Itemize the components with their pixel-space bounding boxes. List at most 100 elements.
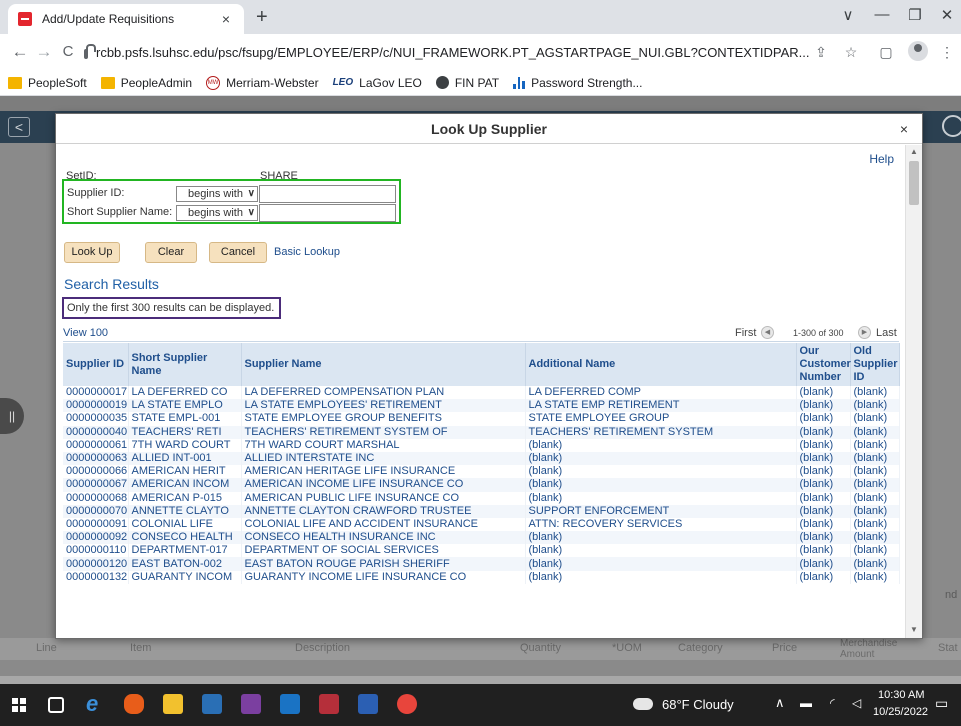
cell-additional-name[interactable]: (blank) bbox=[525, 544, 797, 558]
cell-our-customer-number[interactable]: (blank) bbox=[796, 451, 851, 466]
cell-supplier-id[interactable]: 0000000067 bbox=[63, 478, 129, 492]
cell-supplier-id[interactable]: 0000000035 bbox=[63, 412, 129, 426]
cell-old-supplier-id[interactable]: (blank) bbox=[850, 531, 900, 545]
cell-short-supplier-name[interactable]: LA DEFERRED CO bbox=[128, 386, 242, 400]
cell-supplier-name[interactable]: STATE EMPLOYEE GROUP BENEFITS bbox=[241, 412, 526, 426]
cell-additional-name[interactable]: LA STATE EMP RETIREMENT bbox=[525, 399, 797, 413]
cell-supplier-name[interactable]: COLONIAL LIFE AND ACCIDENT INSURANCE bbox=[241, 517, 526, 532]
onenote-icon[interactable] bbox=[241, 694, 261, 714]
cell-supplier-name[interactable]: CONSECO HEALTH INSURANCE INC bbox=[241, 531, 526, 545]
windows-start-icon[interactable] bbox=[12, 698, 26, 712]
cell-supplier-name[interactable]: ALLIED INTERSTATE INC bbox=[241, 451, 526, 466]
cell-old-supplier-id[interactable]: (blank) bbox=[850, 465, 900, 479]
cell-short-supplier-name[interactable]: ANNETTE CLAYTO bbox=[128, 504, 242, 518]
cell-old-supplier-id[interactable]: (blank) bbox=[850, 399, 900, 413]
cell-supplier-id[interactable]: 0000000091 bbox=[63, 517, 129, 532]
cell-short-supplier-name[interactable]: STATE EMPL-001 bbox=[128, 412, 242, 426]
cell-supplier-name[interactable]: DEPARTMENT OF SOCIAL SERVICES bbox=[241, 544, 526, 558]
back-arrow-icon[interactable]: ← bbox=[10, 43, 30, 61]
next-page-icon[interactable]: ▶ bbox=[858, 326, 871, 339]
cell-our-customer-number[interactable]: (blank) bbox=[796, 412, 851, 426]
cell-supplier-id[interactable]: 0000000019 bbox=[63, 399, 129, 413]
table-row[interactable]: 0000000017 LA DEFERRED CO LA DEFERRED COMP… bbox=[63, 386, 900, 400]
cell-additional-name[interactable]: (blank) bbox=[525, 451, 797, 466]
cell-additional-name[interactable]: (blank) bbox=[525, 531, 797, 545]
cell-old-supplier-id[interactable]: (blank) bbox=[850, 412, 900, 426]
cell-supplier-name[interactable]: EAST BATON ROUGE PARISH SHERIFF bbox=[241, 557, 526, 571]
bookmark-fin-pat[interactable]: FIN PAT bbox=[435, 76, 499, 90]
cell-supplier-id[interactable]: 0000000092 bbox=[63, 531, 129, 545]
col-short-supplier-name[interactable]: Short Supplier Name bbox=[128, 343, 242, 386]
cell-supplier-name[interactable]: 7TH WARD COURT MARSHAL bbox=[241, 438, 526, 452]
scroll-down-icon[interactable]: ▼ bbox=[910, 625, 918, 634]
table-row[interactable]: 0000000068 AMERICAN P-015 AMERICAN PUBLIC … bbox=[63, 491, 900, 505]
weather-text[interactable]: 68°F Cloudy bbox=[662, 697, 734, 712]
cell-supplier-id[interactable]: 0000000066 bbox=[63, 465, 129, 479]
cell-our-customer-number[interactable]: (blank) bbox=[796, 399, 851, 413]
view-100-link[interactable]: View 100 bbox=[63, 327, 108, 339]
cell-supplier-id[interactable]: 0000000068 bbox=[63, 491, 129, 505]
table-row[interactable]: 0000000120 EAST BATON-002 EAST BATON ROUGE… bbox=[63, 557, 900, 571]
cell-old-supplier-id[interactable]: (blank) bbox=[850, 451, 900, 466]
access-icon[interactable] bbox=[319, 694, 339, 714]
cell-our-customer-number[interactable]: (blank) bbox=[796, 425, 851, 439]
profile-avatar-icon[interactable] bbox=[908, 41, 928, 61]
cell-supplier-id[interactable]: 0000000110 bbox=[63, 544, 129, 558]
table-row[interactable]: 0000000091 COLONIAL LIFE COLONIAL LIFE AND… bbox=[63, 517, 900, 532]
cell-additional-name[interactable]: SUPPORT ENFORCEMENT bbox=[525, 504, 797, 518]
col-supplier-name[interactable]: Supplier Name bbox=[241, 343, 526, 386]
cell-our-customer-number[interactable]: (blank) bbox=[796, 557, 851, 571]
wifi-icon[interactable]: ◜ bbox=[830, 696, 835, 710]
cell-supplier-name[interactable]: AMERICAN INCOME LIFE INSURANCE CO bbox=[241, 478, 526, 492]
cell-supplier-id[interactable]: 0000000070 bbox=[63, 504, 129, 518]
file-explorer-icon[interactable] bbox=[163, 694, 183, 714]
col-supplier-id[interactable]: Supplier ID bbox=[63, 343, 129, 386]
window-close-button[interactable]: ✕ bbox=[937, 6, 957, 24]
help-link[interactable]: Help bbox=[869, 152, 894, 166]
cell-short-supplier-name[interactable]: GUARANTY INCOM bbox=[128, 570, 242, 584]
cell-supplier-id[interactable]: 0000000063 bbox=[63, 451, 129, 466]
browser-menu-icon[interactable]: ⋮ bbox=[938, 44, 956, 61]
cell-old-supplier-id[interactable]: (blank) bbox=[850, 386, 900, 400]
cell-additional-name[interactable]: (blank) bbox=[525, 570, 797, 584]
new-tab-button[interactable]: + bbox=[256, 7, 268, 27]
share-icon[interactable]: ⇪ bbox=[812, 44, 830, 61]
cancel-button[interactable]: Cancel bbox=[209, 242, 267, 263]
cell-short-supplier-name[interactable]: EAST BATON-002 bbox=[128, 557, 242, 571]
internet-explorer-icon[interactable]: e bbox=[86, 691, 106, 716]
cell-old-supplier-id[interactable]: (blank) bbox=[850, 438, 900, 452]
word-icon[interactable] bbox=[358, 694, 378, 714]
supplier-id-operator-select[interactable]: begins with bbox=[176, 186, 258, 202]
table-row[interactable]: 0000000035 STATE EMPL-001 STATE EMPLOYEE G… bbox=[63, 412, 900, 426]
cell-supplier-name[interactable]: AMERICAN HERITAGE LIFE INSURANCE bbox=[241, 465, 526, 479]
cell-our-customer-number[interactable]: (blank) bbox=[796, 438, 851, 452]
cell-our-customer-number[interactable]: (blank) bbox=[796, 504, 851, 518]
table-row[interactable]: 0000000019 LA STATE EMPLO LA STATE EMPLOYE… bbox=[63, 399, 900, 413]
last-link[interactable]: Last bbox=[876, 327, 897, 339]
page-back-icon[interactable]: < bbox=[8, 117, 30, 137]
bookmark-peoplesoft[interactable]: PeopleSoft bbox=[8, 76, 87, 90]
cell-short-supplier-name[interactable]: AMERICAN P-015 bbox=[128, 491, 242, 505]
reload-icon[interactable]: C bbox=[58, 43, 78, 61]
cell-supplier-id[interactable]: 0000000061 bbox=[63, 438, 129, 452]
volume-icon[interactable]: ◁ bbox=[852, 696, 861, 710]
cell-supplier-id[interactable]: 0000000120 bbox=[63, 557, 129, 571]
cell-our-customer-number[interactable]: (blank) bbox=[796, 544, 851, 558]
col-old-supplier-id[interactable]: Old Supplier ID bbox=[850, 343, 900, 386]
tab-close-icon[interactable]: × bbox=[218, 11, 234, 27]
cell-old-supplier-id[interactable]: (blank) bbox=[850, 504, 900, 518]
bookmark-password-strength[interactable]: Password Strength... bbox=[513, 76, 642, 90]
table-row[interactable]: 0000000066 AMERICAN HERIT AMERICAN HERITAG… bbox=[63, 465, 900, 479]
basic-lookup-link[interactable]: Basic Lookup bbox=[274, 246, 340, 258]
lock-icon[interactable] bbox=[84, 44, 96, 59]
cell-our-customer-number[interactable]: (blank) bbox=[796, 531, 851, 545]
clock-date[interactable]: 10/25/2022 bbox=[873, 706, 928, 718]
cell-additional-name[interactable]: (blank) bbox=[525, 557, 797, 571]
cell-additional-name[interactable]: (blank) bbox=[525, 478, 797, 492]
short-name-operator-select[interactable]: begins with bbox=[176, 205, 258, 221]
col-our-customer-number[interactable]: Our Customer Number bbox=[796, 343, 851, 386]
look-up-button[interactable]: Look Up bbox=[64, 242, 120, 263]
cell-additional-name[interactable]: TEACHERS' RETIREMENT SYSTEM bbox=[525, 425, 797, 439]
cell-supplier-name[interactable]: ANNETTE CLAYTON CRAWFORD TRUSTEE bbox=[241, 504, 526, 518]
table-row[interactable]: 0000000092 CONSECO HEALTH CONSECO HEALTH I… bbox=[63, 531, 900, 545]
